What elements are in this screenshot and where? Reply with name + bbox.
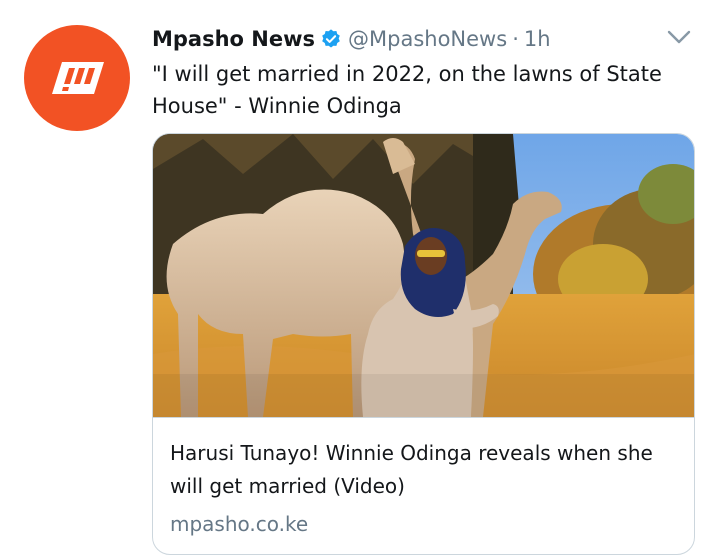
card-domain[interactable]: mpasho.co.ke bbox=[170, 509, 308, 539]
avatar[interactable] bbox=[24, 25, 130, 131]
card-divider bbox=[153, 417, 694, 418]
verified-badge-icon bbox=[322, 29, 340, 48]
handle[interactable]: @MpashoNews bbox=[348, 27, 507, 51]
card-title[interactable]: Harusi Tunayo! Winnie Odinga reveals whe… bbox=[170, 437, 682, 503]
tweet[interactable]: Mpasho News @MpashoNews · 1h "I will get… bbox=[0, 0, 718, 559]
chevron-down-icon[interactable] bbox=[666, 28, 692, 46]
tweet-header: Mpasho News @MpashoNews · 1h bbox=[152, 24, 551, 54]
tweet-text: "I will get married in 2022, on the lawn… bbox=[152, 62, 662, 118]
mpasho-logo-icon bbox=[52, 62, 104, 94]
separator-dot: · bbox=[512, 27, 519, 51]
display-name[interactable]: Mpasho News bbox=[152, 27, 315, 51]
timestamp[interactable]: 1h bbox=[524, 27, 551, 51]
card-image[interactable] bbox=[153, 134, 695, 417]
link-card[interactable]: Harusi Tunayo! Winnie Odinga reveals whe… bbox=[152, 133, 695, 555]
